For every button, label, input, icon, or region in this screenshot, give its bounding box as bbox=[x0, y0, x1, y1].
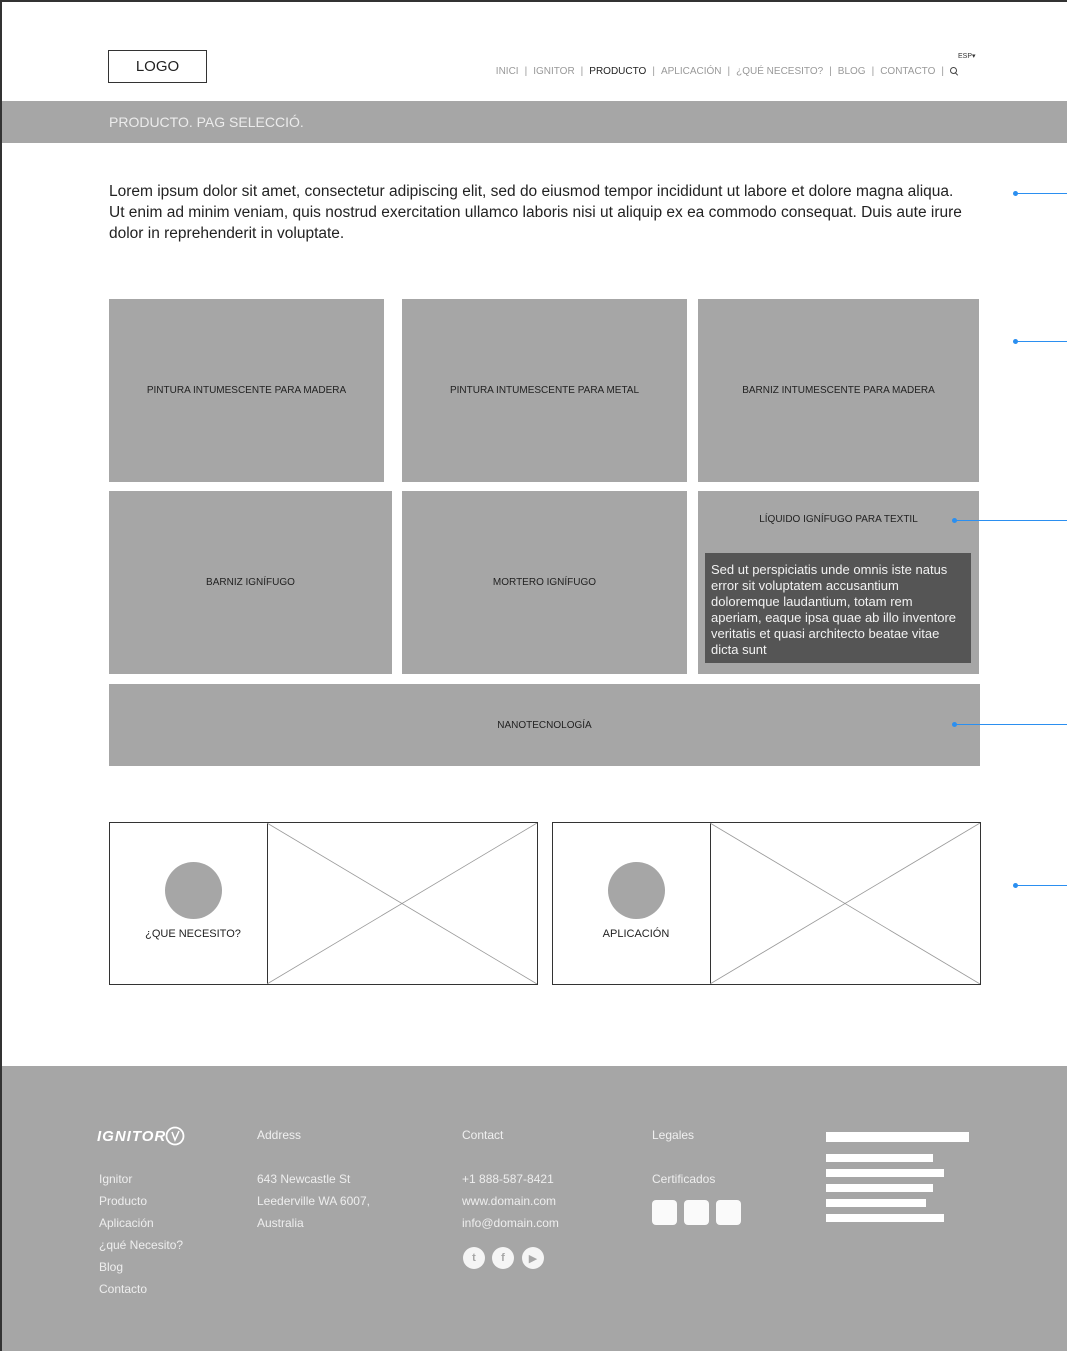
svg-text:IGNITOR: IGNITOR bbox=[97, 1128, 166, 1145]
nav-separator: | bbox=[727, 66, 731, 77]
footer-link-contacto[interactable]: Contacto bbox=[99, 1278, 183, 1300]
text-placeholder-bar bbox=[826, 1154, 933, 1162]
product-label: BARNIZ IGNÍFUGO bbox=[206, 577, 295, 588]
product-tile-pintura-metal[interactable]: PINTURA INTUMESCENTE PARA METAL bbox=[402, 299, 687, 482]
address-line: Leederville WA 6007, bbox=[257, 1194, 370, 1208]
newsletter-placeholder-bar bbox=[826, 1132, 969, 1142]
contact-phone[interactable]: +1 888-587-8421 bbox=[462, 1168, 559, 1190]
footer-certificados[interactable]: Certificados bbox=[652, 1172, 715, 1186]
address-line: Australia bbox=[257, 1216, 304, 1230]
card-que-necesito[interactable]: ¿QUE NECESITO? bbox=[109, 822, 538, 985]
card-icon-placeholder bbox=[608, 862, 665, 919]
footer-contact: +1 888-587-8421 www.domain.com info@doma… bbox=[462, 1168, 559, 1234]
nav-separator: | bbox=[524, 66, 528, 77]
nav-separator: | bbox=[871, 66, 875, 77]
product-label: PINTURA INTUMESCENTE PARA MADERA bbox=[146, 385, 347, 396]
product-label: NANOTECNOLOGÍA bbox=[497, 719, 592, 731]
footer-logo[interactable]: IGNITOR bbox=[97, 1124, 187, 1148]
card-icon-placeholder bbox=[165, 862, 222, 919]
language-selector[interactable]: ESP▾ bbox=[958, 52, 976, 60]
logo[interactable]: LOGO bbox=[108, 50, 207, 83]
text-placeholder-bar bbox=[826, 1214, 944, 1222]
footer-address-title: Address bbox=[257, 1128, 302, 1142]
card-info bbox=[110, 823, 268, 984]
product-tile-liquido-textil[interactable]: LÍQUIDO IGNÍFUGO PARA TEXTIL Sed ut pers… bbox=[698, 491, 979, 674]
card-label: APLICACIÓN bbox=[602, 928, 670, 940]
contact-email[interactable]: info@domain.com bbox=[462, 1212, 559, 1234]
youtube-icon[interactable]: ▶ bbox=[522, 1247, 544, 1269]
card-label: ¿QUE NECESITO? bbox=[145, 928, 241, 940]
intro-text: Lorem ipsum dolor sit amet, consectetur … bbox=[109, 183, 962, 242]
certificate-badge[interactable] bbox=[652, 1200, 677, 1225]
nav-separator: | bbox=[652, 66, 655, 77]
footer-link-que-necesito[interactable]: ¿qué Necesito? bbox=[99, 1234, 183, 1256]
language-label: ESP bbox=[958, 53, 973, 60]
annotation-marker bbox=[1013, 191, 1067, 196]
chevron-down-icon: ▾ bbox=[972, 53, 976, 60]
search-icon[interactable] bbox=[950, 67, 959, 76]
footer-link-ignitor[interactable]: Ignitor bbox=[99, 1168, 183, 1190]
text-placeholder-bar bbox=[826, 1199, 926, 1207]
nav-item-contacto[interactable]: CONTACTO bbox=[880, 66, 935, 77]
card-aplicacion[interactable]: APLICACIÓN bbox=[552, 822, 981, 985]
nav-item-blog[interactable]: BLOG bbox=[838, 66, 866, 77]
product-tile-barniz-madera[interactable]: BARNIZ INTUMESCENTE PARA MADERA bbox=[698, 299, 979, 482]
annotation-marker bbox=[1013, 883, 1067, 888]
address-line: 643 Newcastle St bbox=[257, 1172, 351, 1186]
product-label: PINTURA INTUMESCENTE PARA METAL bbox=[449, 385, 640, 396]
text-placeholder-bar bbox=[826, 1184, 933, 1192]
product-tile-nanotecnologia[interactable]: NANOTECNOLOGÍA bbox=[109, 684, 980, 766]
annotation-marker bbox=[952, 518, 1067, 523]
product-tile-mortero[interactable]: MORTERO IGNÍFUGO bbox=[402, 491, 687, 674]
card-info bbox=[553, 823, 711, 984]
product-label: MORTERO IGNÍFUGO bbox=[492, 577, 597, 588]
nav-item-ignitor[interactable]: IGNITOR bbox=[533, 66, 574, 77]
product-tile-pintura-madera[interactable]: PINTURA INTUMESCENTE PARA MADERA bbox=[109, 299, 384, 482]
certificate-badge[interactable] bbox=[716, 1200, 741, 1225]
main-nav: INICI | IGNITOR | PRODUCTO | APLICACIÓN … bbox=[496, 66, 959, 77]
product-label: BARNIZ INTUMESCENTE PARA MADERA bbox=[742, 385, 935, 396]
page-banner: PRODUCTO. PAG SELECCIÓ. bbox=[2, 101, 1067, 143]
nav-item-producto[interactable]: PRODUCTO bbox=[589, 66, 646, 77]
certificate-badge[interactable] bbox=[684, 1200, 709, 1225]
contact-website[interactable]: www.domain.com bbox=[462, 1190, 559, 1212]
image-placeholder bbox=[267, 823, 537, 984]
annotation-marker bbox=[1013, 339, 1067, 344]
annotation-marker bbox=[952, 722, 1067, 727]
facebook-icon[interactable]: f bbox=[492, 1247, 514, 1269]
footer-contact-title: Contact bbox=[462, 1128, 504, 1142]
nav-separator: | bbox=[580, 66, 584, 77]
footer-link-blog[interactable]: Blog bbox=[99, 1256, 183, 1278]
product-tile-barniz-ignifugo[interactable]: BARNIZ IGNÍFUGO bbox=[109, 491, 392, 674]
image-placeholder bbox=[710, 823, 980, 984]
nav-item-inici[interactable]: INICI bbox=[496, 66, 519, 77]
footer-link-producto[interactable]: Producto bbox=[99, 1190, 183, 1212]
product-label: LÍQUIDO IGNÍFUGO PARA TEXTIL bbox=[759, 514, 918, 525]
footer-address: 643 Newcastle St Leederville WA 6007, Au… bbox=[257, 1168, 370, 1234]
page-title: PRODUCTO. PAG SELECCIÓ. bbox=[109, 114, 304, 130]
twitter-icon[interactable]: t bbox=[463, 1247, 485, 1269]
nav-separator: | bbox=[829, 66, 832, 77]
footer-link-aplicacion[interactable]: Aplicación bbox=[99, 1212, 183, 1234]
product-tooltip: Sed ut perspiciatis unde omnis iste natu… bbox=[705, 553, 971, 663]
nav-separator: | bbox=[941, 66, 944, 77]
nav-item-que-necesito[interactable]: ¿QUÉ NECESITO? bbox=[736, 66, 823, 77]
footer-legales-title: Legales bbox=[652, 1128, 695, 1142]
text-placeholder-bar bbox=[826, 1169, 944, 1177]
footer-links: Ignitor Producto Aplicación ¿qué Necesit… bbox=[99, 1168, 183, 1300]
nav-item-aplicacion[interactable]: APLICACIÓN bbox=[661, 66, 722, 77]
